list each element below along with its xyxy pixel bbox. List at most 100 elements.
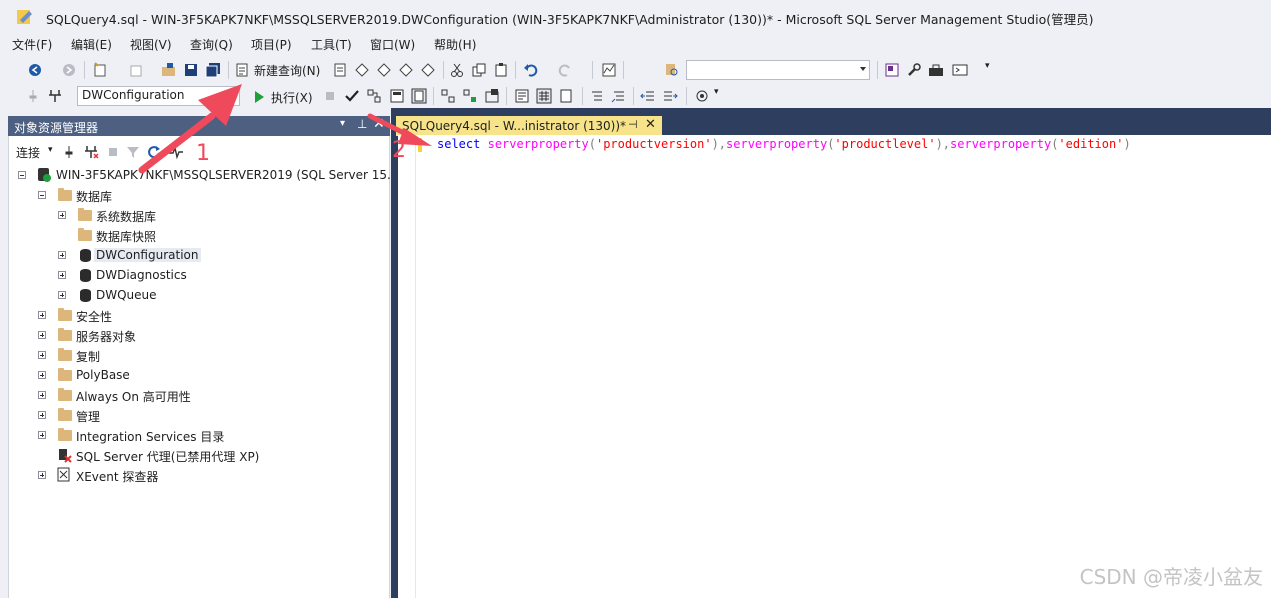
tab-sqlquery4[interactable]: SQLQuery4.sql - W...inistrator (130))* ⊣… [396,116,662,136]
paste-icon[interactable] [493,62,509,78]
mdx-query-icon[interactable] [354,62,370,78]
command-window-icon[interactable] [952,62,968,78]
overflow-icon[interactable]: ▾ [985,61,990,71]
dax-query-icon[interactable] [420,62,436,78]
menu-window[interactable]: 窗口(W) [370,36,415,53]
menu-edit[interactable]: 编辑(E) [71,36,112,53]
refresh-icon[interactable] [146,144,162,160]
expand-icon[interactable] [58,271,66,279]
tree-node[interactable]: DWQueue [8,285,386,305]
expand-icon[interactable] [38,431,46,439]
connect-plug-icon[interactable] [61,144,77,160]
pin-icon[interactable]: ⊥ [357,117,367,131]
new-query-button[interactable]: 新建查询(N) [233,60,325,80]
sql-editor[interactable] [398,135,1271,598]
search-combo[interactable] [686,60,870,80]
client-statistics-icon[interactable] [484,88,500,104]
tree-node[interactable]: 管理 [8,405,386,425]
collapse-icon[interactable] [18,171,26,179]
tree-node[interactable]: Integration Services 目录 [8,425,386,445]
template-explorer-icon[interactable] [884,62,900,78]
uncomment-icon[interactable] [611,88,627,104]
tree-node[interactable]: 安全性 [8,305,386,325]
tree-node[interactable]: 系统数据库 [8,205,386,225]
find-in-files-icon[interactable] [664,62,680,78]
menu-file[interactable]: 文件(F) [12,36,52,53]
open-file-icon[interactable] [161,62,177,78]
toolbox-icon[interactable] [928,62,944,78]
db-engine-query-icon[interactable] [332,62,348,78]
expand-icon[interactable] [38,411,46,419]
menu-project[interactable]: 项目(P) [251,36,292,53]
display-estimated-plan-icon[interactable] [366,88,382,104]
activity-monitor-icon[interactable] [601,62,617,78]
tree-node[interactable]: 复制 [8,345,386,365]
save-all-icon[interactable] [205,62,221,78]
wrench-icon[interactable] [906,62,922,78]
results-to-file-icon[interactable] [558,88,574,104]
tree-node[interactable]: DWConfiguration [8,245,386,265]
query-designer-icon[interactable] [389,88,405,104]
menu-help[interactable]: 帮助(H) [434,36,476,53]
tree-node[interactable]: 数据库快照 [8,225,386,245]
sql-code-line[interactable]: select serverproperty('productversion'),… [437,137,1131,151]
pin-tab-icon[interactable]: ⊣ [628,118,638,131]
tree-node[interactable]: 数据库 [8,185,386,205]
tree-node[interactable]: XEvent 探查器 [8,465,386,485]
add-item-icon[interactable] [128,62,144,78]
activity-monitor-icon[interactable] [168,144,184,160]
increase-indent-icon[interactable] [662,88,678,104]
decrease-indent-icon[interactable] [640,88,656,104]
parse-check-icon[interactable] [344,88,360,104]
tree-node[interactable]: PolyBase [8,365,386,385]
expand-icon[interactable] [38,331,46,339]
stop-icon[interactable] [322,88,338,104]
save-icon[interactable] [183,62,199,78]
specify-template-values-icon[interactable] [694,88,710,104]
tree-node[interactable]: 服务器对象 [8,325,386,345]
include-actual-plan-icon[interactable] [440,88,456,104]
overflow-icon-2[interactable]: ▾ [714,87,719,97]
back-icon[interactable] [27,62,43,78]
cut-icon[interactable] [449,62,465,78]
tree-node[interactable]: Always On 高可用性 [8,385,386,405]
filter-icon[interactable] [125,144,141,160]
connect-icon[interactable] [25,88,41,104]
panel-menu-chevron-icon[interactable]: ▾ [340,118,345,129]
undo-icon[interactable] [523,62,539,78]
xmla-query-icon[interactable] [398,62,414,78]
menu-view[interactable]: 视图(V) [130,36,172,53]
connect-dropdown[interactable]: 连接 ▾ [14,142,58,160]
tree-node[interactable]: SQL Server 代理(已禁用代理 XP) [8,445,386,465]
database-select[interactable]: DWConfiguration [77,86,240,106]
expand-icon[interactable] [38,351,46,359]
results-to-grid-icon[interactable] [411,88,427,104]
results-to-text-icon[interactable] [514,88,530,104]
dmx-query-icon[interactable] [376,62,392,78]
expand-icon[interactable] [38,391,46,399]
expand-icon[interactable] [38,471,46,479]
menu-tools[interactable]: 工具(T) [311,36,352,53]
expand-icon[interactable] [38,371,46,379]
results-to-grid-active-icon[interactable] [536,88,552,104]
copy-icon[interactable] [471,62,487,78]
expand-icon[interactable] [58,211,66,219]
close-tab-icon[interactable]: ✕ [645,117,656,132]
expand-icon[interactable] [58,251,66,259]
comment-out-icon[interactable] [589,88,605,104]
live-query-stats-icon[interactable] [462,88,478,104]
close-panel-icon[interactable]: ✕ [373,116,385,132]
stop-icon[interactable] [105,144,121,160]
tree-node[interactable]: DWDiagnostics [8,265,386,285]
redo-icon[interactable] [557,62,573,78]
menu-query[interactable]: 查询(Q) [190,36,233,53]
new-project-icon[interactable] [92,62,108,78]
execute-button[interactable]: 执行(X) [249,86,319,106]
disconnect-icon[interactable] [83,144,99,160]
expand-icon[interactable] [38,311,46,319]
change-connection-icon[interactable] [47,88,63,104]
tree-node[interactable]: WIN-3F5KAPK7NKF\MSSQLSERVER2019 (SQL Ser… [8,165,399,185]
forward-icon[interactable] [61,62,77,78]
expand-icon[interactable] [58,291,66,299]
collapse-icon[interactable] [38,191,46,199]
